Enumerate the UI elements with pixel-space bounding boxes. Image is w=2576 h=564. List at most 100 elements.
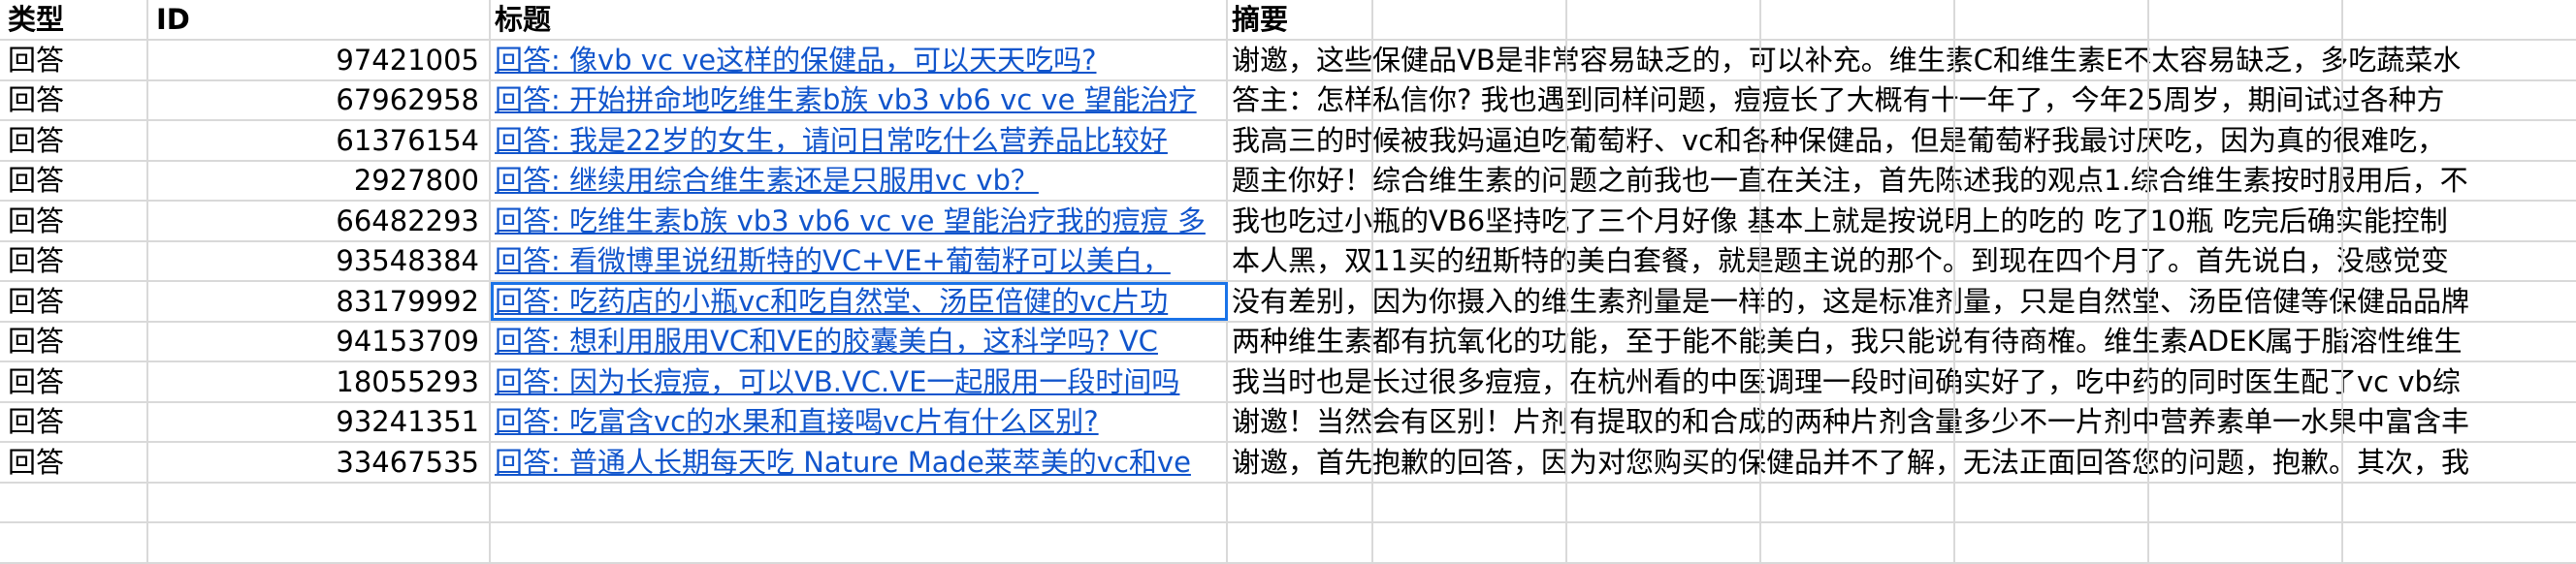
empty-cell[interactable] [1761, 0, 1955, 39]
empty-cell[interactable] [2149, 362, 2343, 401]
type-cell[interactable]: 回答 [0, 362, 148, 401]
empty-cell[interactable] [1761, 282, 1955, 321]
type-cell[interactable]: 回答 [0, 202, 148, 240]
empty-cell[interactable] [2343, 41, 2576, 79]
empty-cell[interactable] [2149, 41, 2343, 79]
empty-cell[interactable] [2343, 523, 2576, 562]
type-cell[interactable] [0, 523, 148, 562]
id-cell[interactable]: 33467535 [148, 443, 491, 482]
empty-cell[interactable] [1955, 362, 2149, 401]
title-link[interactable]: 回答: 吃药店的小瓶vc和吃自然堂、汤臣倍健的vc片功 [495, 285, 1168, 318]
empty-cell[interactable] [1955, 523, 2149, 562]
empty-cell[interactable] [1373, 241, 1567, 280]
title-link[interactable]: 回答: 开始拼命地吃维生素b族 vb3 vb6 vc ve 望能治疗 [495, 83, 1197, 116]
empty-cell[interactable] [1373, 322, 1567, 360]
empty-cell[interactable] [2149, 241, 2343, 280]
abstract-cell[interactable]: 我高三的时候被我妈逼迫吃葡萄籽、vc和各种保健品，但是葡萄籽我最讨厌吃，因为真的… [1228, 121, 2445, 160]
empty-cell[interactable] [1955, 402, 2149, 441]
empty-cell[interactable] [2149, 523, 2343, 562]
id-cell[interactable]: 97421005 [148, 41, 491, 79]
type-cell[interactable] [0, 483, 148, 521]
abstract-cell[interactable]: 谢邀！当然会有区别！片剂有提取的和合成的两种片剂含量多少不一片剂中营养素单一水果… [1228, 402, 2469, 441]
id-cell[interactable]: 61376154 [148, 121, 491, 160]
empty-cell[interactable] [1955, 121, 2149, 160]
id-cell[interactable]: 18055293 [148, 362, 491, 401]
id-cell[interactable]: 2927800 [148, 161, 491, 200]
title-link[interactable]: 回答: 继续用综合维生素还是只服用vc vb？ [495, 164, 1039, 197]
empty-cell[interactable] [1373, 80, 1567, 119]
type-cell[interactable]: 回答 [0, 41, 148, 79]
empty-cell[interactable] [1567, 241, 1761, 280]
abstract-cell[interactable]: 本人黑，双11买的纽斯特的美白套餐，就是题主说的那个。到现在四个月了。首先说白，… [1228, 241, 2449, 280]
empty-cell[interactable] [1567, 41, 1761, 79]
type-cell[interactable]: 回答 [0, 402, 148, 441]
header-cell-title[interactable]: 标题 [491, 0, 1228, 39]
empty-cell[interactable] [1373, 362, 1567, 401]
empty-cell[interactable] [1567, 483, 1761, 521]
id-cell[interactable]: 94153709 [148, 322, 491, 360]
empty-cell[interactable] [1567, 322, 1761, 360]
id-cell[interactable]: 67962958 [148, 80, 491, 119]
empty-cell[interactable] [1373, 161, 1567, 200]
empty-cell[interactable] [2343, 402, 2576, 441]
empty-cell[interactable] [2343, 121, 2576, 160]
type-cell[interactable]: 回答 [0, 121, 148, 160]
empty-cell[interactable] [1373, 483, 1567, 521]
header-cell-abstract[interactable]: 摘要 [1228, 0, 1373, 39]
empty-cell[interactable] [2149, 80, 2343, 119]
empty-cell[interactable] [1373, 282, 1567, 321]
empty-cell[interactable] [1761, 443, 1955, 482]
empty-cell[interactable] [1373, 41, 1567, 79]
empty-cell[interactable] [2343, 282, 2576, 321]
empty-cell[interactable] [1955, 202, 2149, 240]
empty-cell[interactable] [1373, 443, 1567, 482]
title-link[interactable]: 回答: 吃维生素b族 vb3 vb6 vc ve 望能治疗我的痘痘 多 [495, 204, 1206, 237]
empty-cell[interactable] [1373, 121, 1567, 160]
empty-cell[interactable] [1373, 402, 1567, 441]
title-cell[interactable]: 回答: 普通人长期每天吃 Nature Made莱萃美的vc和ve [491, 443, 1228, 482]
type-cell[interactable]: 回答 [0, 282, 148, 321]
title-link[interactable]: 回答: 因为长痘痘，可以VB.VC.VE一起服用一段时间吗 [495, 365, 1179, 398]
abstract-cell[interactable]: 我也吃过小瓶的VB6坚持吃了三个月好像 基本上就是按说明上的吃的 吃了10瓶 吃… [1228, 202, 2448, 240]
title-link[interactable]: 回答: 想利用服用VC和VE的胶囊美白，这科学吗? VC [495, 325, 1158, 358]
type-cell[interactable]: 回答 [0, 241, 148, 280]
id-cell[interactable]: 66482293 [148, 202, 491, 240]
empty-cell[interactable] [1761, 483, 1955, 521]
empty-cell[interactable] [2343, 241, 2576, 280]
empty-cell[interactable] [1761, 523, 1955, 562]
empty-cell[interactable] [2343, 0, 2576, 39]
empty-cell[interactable] [1761, 402, 1955, 441]
type-cell[interactable]: 回答 [0, 443, 148, 482]
abstract-cell[interactable] [1228, 523, 1373, 562]
empty-cell[interactable] [1955, 443, 2149, 482]
empty-cell[interactable] [1761, 322, 1955, 360]
empty-cell[interactable] [2343, 80, 2576, 119]
abstract-cell[interactable]: 没有差别，因为你摄入的维生素剂量是一样的，这是标准剂量，只是自然堂、汤臣倍健等保… [1228, 282, 2469, 321]
empty-cell[interactable] [2343, 202, 2576, 240]
empty-cell[interactable] [1567, 80, 1761, 119]
empty-cell[interactable] [2149, 443, 2343, 482]
empty-cell[interactable] [2149, 0, 2343, 39]
abstract-cell[interactable]: 我当时也是长过很多痘痘，在杭州看的中医调理一段时间确实好了，吃中药的同时医生配了… [1228, 362, 2461, 401]
empty-cell[interactable] [1567, 202, 1761, 240]
title-link[interactable]: 回答: 像vb vc ve这样的保健品，可以天天吃吗? [495, 44, 1097, 77]
type-cell[interactable]: 回答 [0, 322, 148, 360]
abstract-cell[interactable]: 谢邀，首先抱歉的回答，因为对您购买的保健品并不了解，无法正面回答您的问题，抱歉。… [1228, 443, 2469, 482]
abstract-cell[interactable]: 两种维生素都有抗氧化的功能，至于能不能美白，我只能说有待商榷。维生素ADEK属于… [1228, 322, 2463, 360]
empty-cell[interactable] [1761, 202, 1955, 240]
header-cell-id[interactable]: ID [148, 0, 491, 39]
abstract-cell[interactable] [1228, 483, 1373, 521]
empty-cell[interactable] [1761, 241, 1955, 280]
empty-cell[interactable] [2149, 402, 2343, 441]
empty-cell[interactable] [1955, 483, 2149, 521]
empty-cell[interactable] [2149, 121, 2343, 160]
empty-cell[interactable] [1761, 362, 1955, 401]
title-cell[interactable]: 回答: 继续用综合维生素还是只服用vc vb？ [491, 161, 1228, 200]
id-cell[interactable] [148, 523, 491, 562]
empty-cell[interactable] [2149, 161, 2343, 200]
id-cell[interactable]: 93548384 [148, 241, 491, 280]
empty-cell[interactable] [1761, 80, 1955, 119]
title-cell[interactable]: 回答: 吃维生素b族 vb3 vb6 vc ve 望能治疗我的痘痘 多 [491, 202, 1228, 240]
title-cell[interactable]: 回答: 看微博里说纽斯特的VC+VE+葡萄籽可以美白， [491, 241, 1228, 280]
empty-cell[interactable] [2149, 282, 2343, 321]
